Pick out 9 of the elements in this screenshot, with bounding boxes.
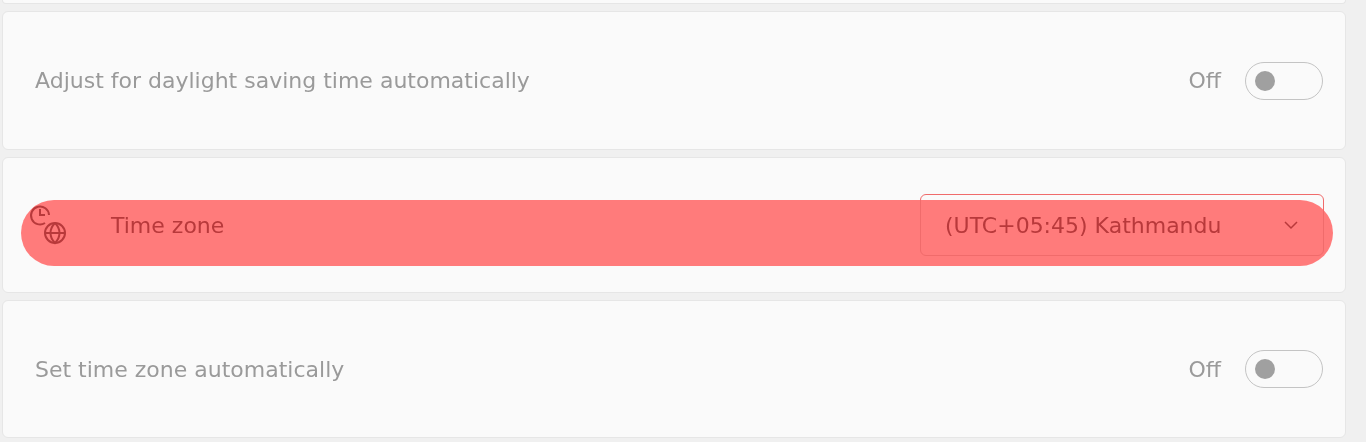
chevron-down-icon: [1283, 220, 1299, 230]
time-zone-dropdown[interactable]: (UTC+05:45) Kathmandu: [920, 194, 1324, 256]
toggle-switch[interactable]: [1245, 61, 1323, 100]
setting-label: Set time zone automatically: [35, 356, 346, 382]
toggle-switch[interactable]: [1245, 350, 1323, 388]
setting-label: Adjust for daylight saving time automatically: [35, 68, 531, 93]
toggle-state-text: Off: [1188, 68, 1221, 93]
toggle-state-text: Off: [1188, 356, 1221, 382]
setting-label: Time zone: [111, 212, 226, 238]
